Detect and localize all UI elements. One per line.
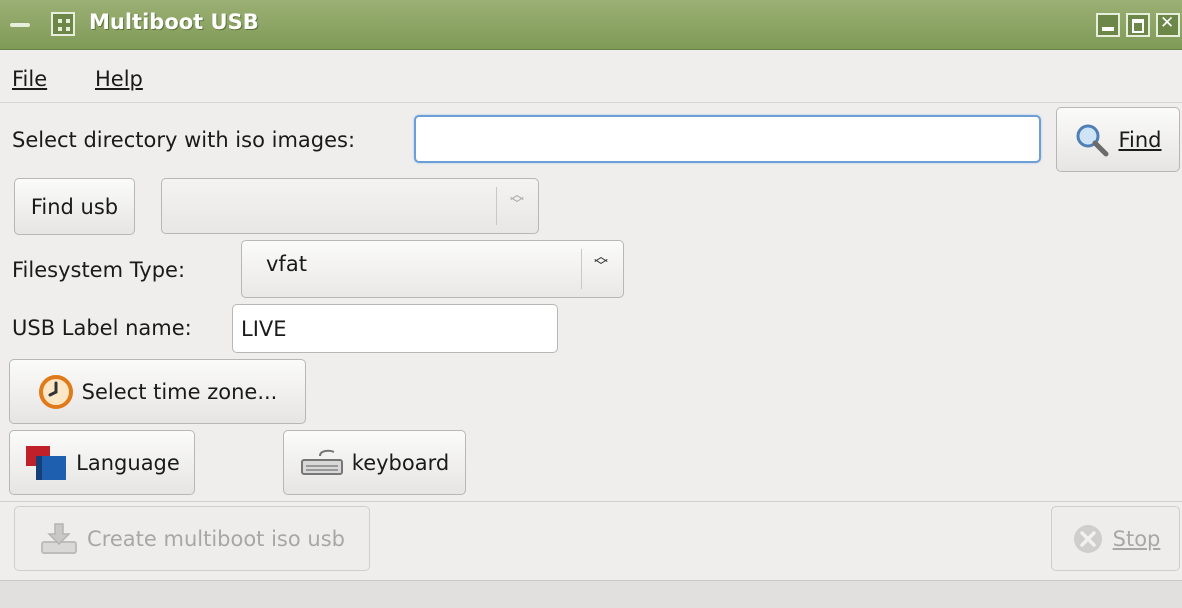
find-usb-label: Find usb [30, 194, 119, 219]
stop-button[interactable]: Stop [1051, 506, 1180, 571]
language-flags-icon [26, 445, 67, 480]
window-menu-icon[interactable] [10, 20, 32, 30]
stop-icon [1073, 524, 1102, 553]
keyboard-button[interactable]: keyboard [283, 430, 466, 495]
stop-label: Stop [1112, 526, 1161, 551]
menu-file-label: File [12, 67, 48, 91]
filesystem-label: Filesystem Type: [12, 258, 186, 282]
usb-device-separator [496, 187, 497, 225]
language-button[interactable]: Language [9, 430, 195, 495]
find-usb-button[interactable]: Find usb [14, 178, 135, 235]
menu-bar: File Help [0, 51, 1182, 103]
usb-device-select[interactable]: ︿ ﹀ [161, 178, 539, 234]
create-usb-button[interactable]: Create multiboot iso usb [14, 506, 370, 571]
keyboard-icon [300, 449, 343, 475]
keyboard-label: keyboard [351, 450, 450, 475]
menu-help[interactable]: Help [95, 67, 143, 91]
filesystem-separator [581, 249, 582, 289]
menu-help-label: Help [95, 67, 143, 91]
chevron-updown-icon: ︿ ﹀ [510, 187, 524, 213]
clock-icon [38, 374, 73, 409]
menu-file[interactable]: File [12, 67, 47, 91]
create-usb-label: Create multiboot iso usb [87, 526, 345, 551]
find-iso-button[interactable]: Find [1056, 107, 1180, 172]
select-timezone-button[interactable]: Select time zone... [9, 359, 306, 424]
status-bar [0, 580, 1182, 608]
section-separator [0, 501, 1182, 502]
find-iso-label: Find [1118, 127, 1162, 152]
download-drive-icon [41, 522, 78, 554]
filesystem-select[interactable]: vfat ︿ ﹀ [241, 240, 624, 298]
usb-label-input[interactable] [232, 304, 558, 353]
minimize-button[interactable] [1096, 13, 1120, 37]
select-timezone-label: Select time zone... [81, 379, 278, 404]
filesystem-value: vfat [266, 252, 307, 276]
magnifier-icon [1076, 124, 1109, 156]
close-button[interactable] [1156, 13, 1180, 37]
iso-dir-input[interactable] [414, 115, 1041, 163]
language-label: Language [76, 450, 180, 475]
title-bar[interactable]: Multiboot USB [0, 0, 1182, 50]
usb-label-label: USB Label name: [12, 316, 192, 340]
app-icon [51, 12, 75, 36]
chevron-updown-icon: ︿ ﹀ [594, 249, 608, 275]
iso-dir-label: Select directory with iso images: [12, 128, 356, 152]
window-title: Multiboot USB [89, 10, 259, 34]
maximize-button[interactable] [1126, 13, 1150, 37]
